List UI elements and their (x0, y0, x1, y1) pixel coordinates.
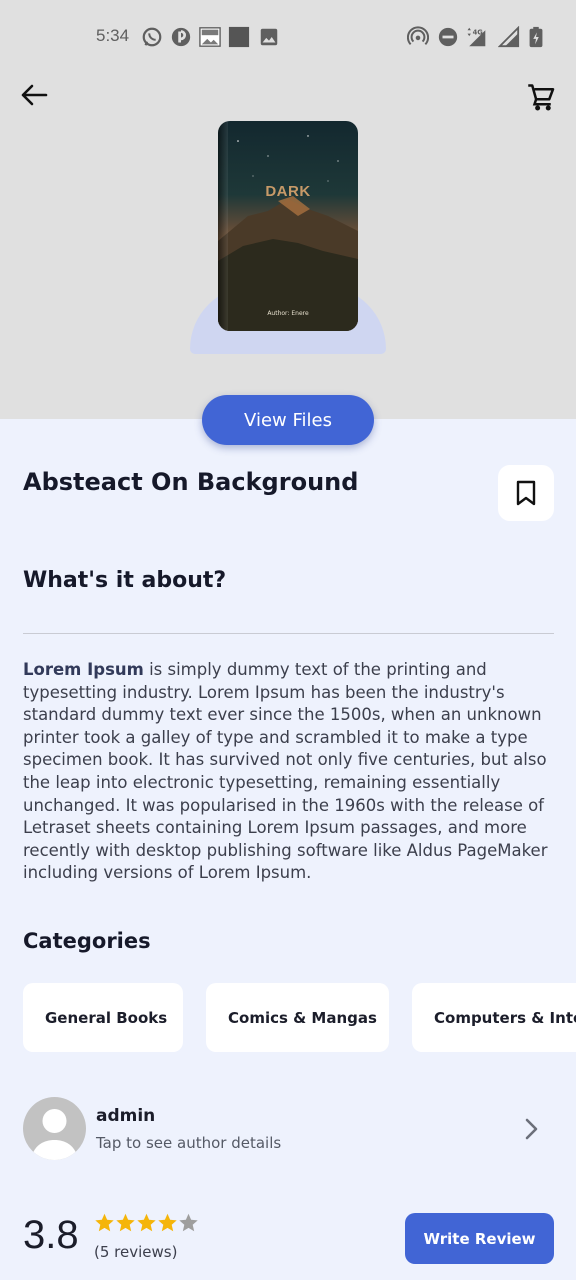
notification-app-icon (171, 27, 191, 47)
dnd-icon (438, 27, 458, 47)
author-name: admin (96, 1106, 156, 1126)
cover-title: DARK (265, 183, 311, 200)
rating-value: 3.8 (23, 1213, 79, 1257)
hotspot-icon (407, 26, 429, 46)
image-thumbnail-icon (199, 27, 221, 47)
star-filled-icon (137, 1213, 156, 1232)
star-filled-icon (95, 1213, 114, 1232)
category-chip-general-books[interactable]: General Books (23, 983, 183, 1052)
category-chip-comics-mangas[interactable]: Comics & Mangas (206, 983, 389, 1052)
status-time: 5:34 (96, 26, 130, 45)
star-filled-icon (158, 1213, 177, 1232)
star-empty-icon (179, 1213, 198, 1232)
categories-heading: Categories (23, 929, 151, 953)
author-subtitle: Tap to see author details (96, 1134, 282, 1152)
description-lead: Lorem Ipsum (23, 660, 144, 679)
cart-icon (528, 84, 555, 111)
cover-artwork (218, 135, 358, 331)
user-avatar-icon (31, 1109, 78, 1160)
whatsapp-icon (142, 27, 162, 47)
description: Lorem Ipsum is simply dummy text of the … (23, 659, 554, 885)
cart-button[interactable] (522, 78, 562, 118)
cover-author: Author: Enere (267, 310, 309, 317)
gallery-icon (260, 28, 278, 46)
author-row[interactable]: admin Tap to see author details (23, 1097, 554, 1161)
divider (23, 633, 554, 634)
category-list: General Books Comics & Mangas Computers … (23, 983, 576, 1053)
network-4g-icon: 4G (467, 27, 486, 47)
bookmark-icon (516, 480, 536, 506)
status-bar: 5:34 4G (0, 0, 576, 76)
arrow-left-icon (21, 84, 48, 106)
category-chip-computers-internet[interactable]: Computers & Internet (412, 983, 576, 1052)
book-title: Absteact On Background (23, 468, 359, 496)
reviews-count: (5 reviews) (94, 1243, 178, 1261)
about-heading: What's it about? (23, 568, 227, 593)
star-rating (94, 1212, 199, 1236)
star-filled-icon (116, 1213, 135, 1232)
back-button[interactable] (16, 78, 52, 112)
bookmark-button[interactable] (498, 465, 554, 521)
avatar (23, 1097, 86, 1160)
chevron-right-icon (525, 1118, 538, 1140)
write-review-button[interactable]: Write Review (405, 1213, 554, 1264)
book-spine (218, 121, 228, 331)
square-app-icon (228, 26, 250, 48)
battery-icon (529, 26, 543, 48)
book-cover[interactable]: DARK Author: Enere (218, 121, 358, 331)
signal-icon (498, 26, 520, 48)
view-files-button[interactable]: View Files (202, 395, 374, 445)
description-body: is simply dummy text of the printing and… (23, 660, 548, 883)
